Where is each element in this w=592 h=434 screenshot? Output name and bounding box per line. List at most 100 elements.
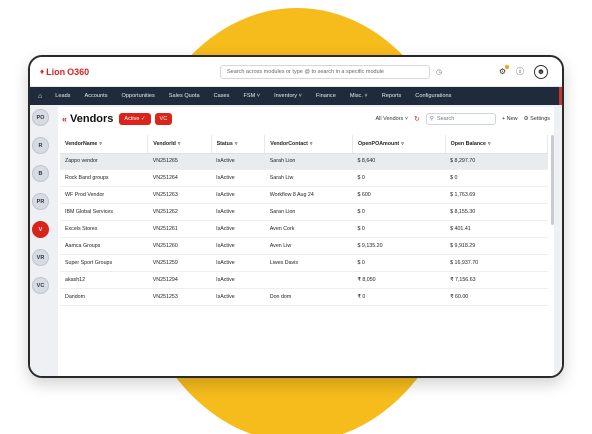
cell: Zappo vendor	[60, 153, 148, 171]
rail-item-vc[interactable]: VC	[32, 277, 49, 294]
chevron-down-icon: ˅	[404, 116, 409, 122]
col-open-po-amount[interactable]: OpenPOAmount ▿	[352, 135, 446, 154]
vendors-panel: « Vendors Active ✓ VC All Vendors ˅ ↻ ⚲ …	[58, 107, 554, 376]
nav-misc[interactable]: Misc. ˅	[343, 93, 375, 99]
table-scrollbar[interactable]	[551, 135, 554, 225]
table-row[interactable]: Rock Band groups VN251264 IsActive Sarah Li…	[60, 169, 548, 188]
home-icon[interactable]: ⌂	[36, 93, 48, 100]
vendor-search-placeholder: Search	[436, 116, 455, 122]
page-title: Vendors	[70, 113, 114, 125]
table-row[interactable]: Excels Stores VN251261 IsActive Aven Cork $ …	[60, 220, 548, 238]
nav-fsm[interactable]: FSM ˅	[236, 93, 267, 99]
cell: $ 16,937.70	[445, 254, 548, 272]
cell: $ 8,155.30	[445, 203, 548, 222]
bell-icon[interactable]: ⚙	[499, 65, 509, 76]
vendors-table-wrap: VendorName ▿ VendorId ▿ Status ▿ VendorCont…	[60, 135, 548, 376]
new-button[interactable]: + New	[502, 116, 518, 122]
rail-item-b[interactable]: B	[32, 165, 49, 182]
cell: ₹ 0	[352, 288, 446, 306]
nav-sales-quota[interactable]: Sales Quota	[162, 93, 207, 99]
cell: WF Prod Vendor	[60, 186, 148, 205]
global-search-input[interactable]: Search across modules or type @ to searc…	[220, 64, 430, 79]
cell: VN251259	[147, 254, 212, 272]
nav-accounts[interactable]: Accounts	[77, 93, 114, 99]
nav-cases[interactable]: Cases	[207, 93, 237, 99]
stage: ♦ Lion O360 Search across modules or type…	[0, 0, 592, 434]
rail-item-pr[interactable]: PR	[32, 193, 49, 210]
col-open-balance[interactable]: Open Balance ▿	[445, 135, 548, 154]
cell: Liwes Davis	[264, 254, 353, 272]
cell: $ 600	[352, 186, 446, 205]
nav-opportunities[interactable]: Opportunities	[115, 93, 162, 99]
table-row[interactable]: Dandom VN251253 IsActive Don dom ₹ 0 ₹ 60.00	[60, 288, 548, 306]
col-label: VendorContact	[270, 140, 308, 147]
logo-num: O360	[67, 66, 90, 77]
rail-item-vr[interactable]: VR	[32, 249, 49, 266]
cell: VN251253	[147, 288, 212, 306]
help-icon[interactable]: ⓘ	[516, 66, 524, 77]
rail-item-r[interactable]: R	[32, 137, 49, 154]
col-status[interactable]: Status ▿	[211, 135, 266, 154]
back-icon[interactable]: «	[62, 114, 67, 124]
settings-label: Settings	[530, 116, 550, 122]
nav-reports[interactable]: Reports	[375, 93, 409, 99]
rail-item-v[interactable]: V	[32, 221, 49, 238]
cell: IsActive	[211, 220, 265, 238]
cell: VN251264	[147, 169, 212, 188]
main-nav: ⌂ Leads Accounts Opportunities Sales Quo…	[30, 87, 562, 105]
rail-item-po[interactable]: PO	[32, 109, 49, 126]
col-label: VendorId	[153, 140, 176, 147]
logo-text: Lion	[46, 66, 66, 77]
cell: VN251262	[147, 203, 212, 222]
cell: Dandom	[60, 288, 148, 306]
top-right-actions: ⚙ ⓘ ☻	[499, 64, 552, 79]
cell: Sarah Lion	[264, 153, 353, 171]
cell: Excels Stores	[60, 220, 148, 238]
filter-icon[interactable]: ▿	[235, 141, 238, 147]
col-vendor-id[interactable]: VendorId ▿	[147, 135, 212, 154]
cell	[264, 271, 353, 289]
table-row[interactable]: IBM Global Services VN251262 IsActive Saran…	[60, 203, 548, 222]
col-vendor-name[interactable]: VendorName ▿	[60, 135, 149, 154]
avatar[interactable]: ☻	[534, 64, 548, 79]
nav-inventory[interactable]: Inventory ˅	[267, 93, 309, 99]
header-actions: All Vendors ˅ ↻ ⚲ Search + New ⚙ Setting…	[375, 113, 550, 125]
filter-icon[interactable]: ▿	[310, 141, 313, 147]
view-select[interactable]: All Vendors ˅	[375, 116, 408, 122]
cell: $ 0	[352, 220, 446, 238]
settings-button[interactable]: ⚙ Settings	[524, 116, 550, 122]
cell: Aven Cork	[264, 220, 353, 238]
table-row[interactable]: Aamca Groups VN251260 IsActive Aven Liw $ 9,…	[60, 237, 548, 255]
cell: Aamca Groups	[60, 237, 148, 255]
filter-icon[interactable]: ▿	[401, 141, 404, 147]
col-label: VendorName	[65, 140, 98, 147]
cell: $ 0	[352, 254, 446, 272]
nav-configurations[interactable]: Configurations	[408, 93, 458, 99]
nav-finance[interactable]: Finance	[309, 93, 343, 99]
table-row[interactable]: akash12 VN251294 IsActive ₹ 8,050 ₹ 7,156.63	[60, 271, 548, 289]
nav-leads[interactable]: Leads	[48, 93, 77, 99]
filter-icon[interactable]: ▿	[488, 141, 491, 147]
table-row[interactable]: WF Prod Vendor VN251263 IsActive Workflow 8…	[60, 186, 548, 205]
cell: VN251263	[147, 186, 212, 205]
clock-icon[interactable]: ◷	[436, 68, 442, 76]
active-filter-button[interactable]: Active ✓	[119, 113, 151, 125]
vendor-search-input[interactable]: ⚲ Search	[425, 113, 496, 125]
refresh-icon[interactable]: ↻	[414, 115, 420, 123]
cell: $ 9,135.20	[352, 237, 446, 255]
table-row[interactable]: Zappo vendor VN251265 IsActive Sarah Lion $ …	[60, 153, 548, 171]
cell: akash12	[60, 271, 148, 289]
cell: VN251261	[147, 220, 212, 238]
module-rail: PO R B PR V VR VC	[32, 109, 54, 376]
col-label: Open Balance	[450, 140, 486, 147]
filter-icon[interactable]: ▿	[178, 141, 181, 147]
col-vendor-contact[interactable]: VendorContact ▿	[264, 135, 353, 154]
app-logo[interactable]: ♦ Lion O360	[40, 67, 200, 77]
cell: $ 401.41	[445, 220, 548, 238]
cell: $ 0	[352, 169, 446, 188]
notification-dot	[505, 65, 509, 69]
table-row[interactable]: Super Sport Groups VN251259 IsActive Liwes …	[60, 254, 548, 272]
filter-icon[interactable]: ▿	[99, 141, 102, 147]
cell: $ 9,918.29	[445, 237, 548, 255]
vc-button[interactable]: VC	[154, 113, 173, 125]
